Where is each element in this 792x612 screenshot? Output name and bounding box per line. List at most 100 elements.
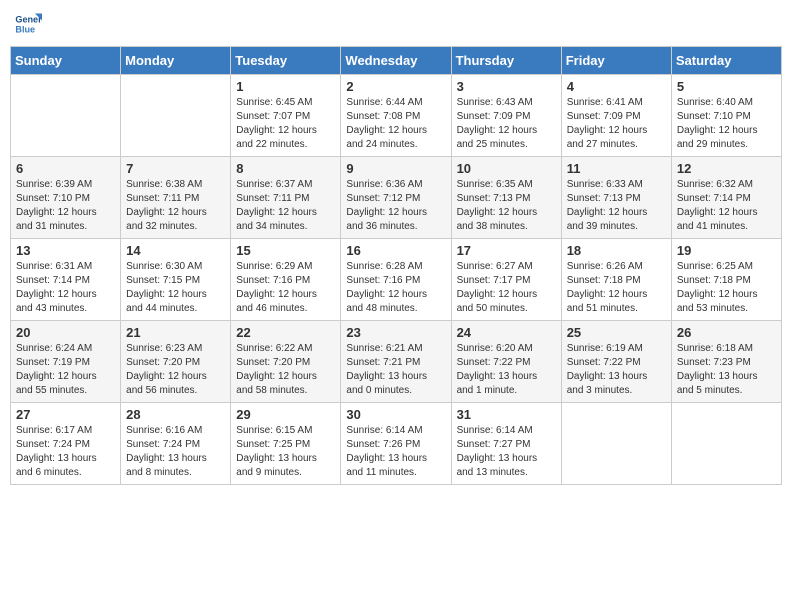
day-info: Sunrise: 6:29 AMSunset: 7:16 PMDaylight:… (236, 260, 335, 316)
calendar-cell: 7Sunrise: 6:38 AMSunset: 7:11 PMDaylight… (121, 157, 231, 239)
calendar-cell: 15 Sunrise: 6:29 AMSunset: 7:16 PMDayligh… (231, 239, 341, 321)
day-info: Sunrise: 6:40 AMSunset: 7:10 PMDaylight:… (677, 96, 776, 152)
day-info: Sunrise: 6:21 AMSunset: 7:21 PMDaylight:… (346, 342, 445, 398)
calendar-cell: 31 Sunrise: 6:14 AMSunset: 7:27 PMDayligh… (451, 403, 561, 485)
day-header-wednesday: Wednesday (341, 47, 451, 75)
day-number: 9 (346, 161, 445, 176)
day-info: Sunrise: 6:14 AMSunset: 7:27 PMDaylight:… (457, 424, 556, 480)
day-number: 24 (457, 325, 556, 340)
day-info: Sunrise: 6:36 AMSunset: 7:12 PMDaylight:… (346, 178, 445, 234)
calendar-cell: 23 Sunrise: 6:21 AMSunset: 7:21 PMDayligh… (341, 321, 451, 403)
day-info: Sunrise: 6:32 AMSunset: 7:14 PMDaylight:… (677, 178, 776, 234)
day-header-tuesday: Tuesday (231, 47, 341, 75)
day-number: 28 (126, 407, 225, 422)
day-number: 5 (677, 79, 776, 94)
day-number: 29 (236, 407, 335, 422)
page-header: General Blue (10, 10, 782, 38)
day-number: 6 (16, 161, 115, 176)
day-number: 1 (236, 79, 335, 94)
logo: General Blue (14, 10, 46, 38)
day-info: Sunrise: 6:14 AMSunset: 7:26 PMDaylight:… (346, 424, 445, 480)
calendar-cell (671, 403, 781, 485)
day-header-sunday: Sunday (11, 47, 121, 75)
calendar-cell: 22Sunrise: 6:22 AMSunset: 7:20 PMDayligh… (231, 321, 341, 403)
calendar-cell: 3 Sunrise: 6:43 AMSunset: 7:09 PMDaylight… (451, 75, 561, 157)
calendar-cell: 14Sunrise: 6:30 AMSunset: 7:15 PMDayligh… (121, 239, 231, 321)
calendar-cell: 11 Sunrise: 6:33 AMSunset: 7:13 PMDayligh… (561, 157, 671, 239)
calendar-cell: 10 Sunrise: 6:35 AMSunset: 7:13 PMDayligh… (451, 157, 561, 239)
day-number: 15 (236, 243, 335, 258)
calendar-cell: 8 Sunrise: 6:37 AMSunset: 7:11 PMDaylight… (231, 157, 341, 239)
calendar-cell: 24 Sunrise: 6:20 AMSunset: 7:22 PMDayligh… (451, 321, 561, 403)
svg-text:Blue: Blue (15, 24, 35, 34)
calendar-cell: 9 Sunrise: 6:36 AMSunset: 7:12 PMDaylight… (341, 157, 451, 239)
day-number: 23 (346, 325, 445, 340)
day-info: Sunrise: 6:15 AMSunset: 7:25 PMDaylight:… (236, 424, 335, 480)
calendar-cell: 12 Sunrise: 6:32 AMSunset: 7:14 PMDayligh… (671, 157, 781, 239)
calendar-cell: 29 Sunrise: 6:15 AMSunset: 7:25 PMDayligh… (231, 403, 341, 485)
day-number: 22 (236, 325, 335, 340)
calendar-cell: 16 Sunrise: 6:28 AMSunset: 7:16 PMDayligh… (341, 239, 451, 321)
calendar-cell: 4 Sunrise: 6:41 AMSunset: 7:09 PMDaylight… (561, 75, 671, 157)
day-number: 25 (567, 325, 666, 340)
day-info: Sunrise: 6:33 AMSunset: 7:13 PMDaylight:… (567, 178, 666, 234)
calendar-cell: 1 Sunrise: 6:45 AMSunset: 7:07 PMDaylight… (231, 75, 341, 157)
calendar-cell: 6 Sunrise: 6:39 AMSunset: 7:10 PMDaylight… (11, 157, 121, 239)
day-number: 17 (457, 243, 556, 258)
calendar-cell: 21 Sunrise: 6:23 AMSunset: 7:20 PMDayligh… (121, 321, 231, 403)
calendar-table: SundayMondayTuesdayWednesdayThursdayFrid… (10, 46, 782, 485)
day-info: Sunrise: 6:17 AMSunset: 7:24 PMDaylight:… (16, 424, 115, 480)
calendar-cell (561, 403, 671, 485)
day-info: Sunrise: 6:38 AMSunset: 7:11 PMDaylight:… (126, 178, 225, 234)
day-info: Sunrise: 6:20 AMSunset: 7:22 PMDaylight:… (457, 342, 556, 398)
calendar-cell: 17 Sunrise: 6:27 AMSunset: 7:17 PMDayligh… (451, 239, 561, 321)
day-info: Sunrise: 6:39 AMSunset: 7:10 PMDaylight:… (16, 178, 115, 234)
day-info: Sunrise: 6:24 AMSunset: 7:19 PMDaylight:… (16, 342, 115, 398)
day-info: Sunrise: 6:23 AMSunset: 7:20 PMDaylight:… (126, 342, 225, 398)
day-info: Sunrise: 6:26 AMSunset: 7:18 PMDaylight:… (567, 260, 666, 316)
calendar-cell: 27 Sunrise: 6:17 AMSunset: 7:24 PMDayligh… (11, 403, 121, 485)
day-number: 26 (677, 325, 776, 340)
calendar-cell: 18 Sunrise: 6:26 AMSunset: 7:18 PMDayligh… (561, 239, 671, 321)
day-number: 20 (16, 325, 115, 340)
day-header-saturday: Saturday (671, 47, 781, 75)
day-number: 19 (677, 243, 776, 258)
day-header-thursday: Thursday (451, 47, 561, 75)
day-info: Sunrise: 6:16 AMSunset: 7:24 PMDaylight:… (126, 424, 225, 480)
day-info: Sunrise: 6:35 AMSunset: 7:13 PMDaylight:… (457, 178, 556, 234)
day-info: Sunrise: 6:41 AMSunset: 7:09 PMDaylight:… (567, 96, 666, 152)
day-info: Sunrise: 6:18 AMSunset: 7:23 PMDaylight:… (677, 342, 776, 398)
day-info: Sunrise: 6:45 AMSunset: 7:07 PMDaylight:… (236, 96, 335, 152)
day-number: 3 (457, 79, 556, 94)
day-info: Sunrise: 6:28 AMSunset: 7:16 PMDaylight:… (346, 260, 445, 316)
day-number: 4 (567, 79, 666, 94)
day-number: 12 (677, 161, 776, 176)
day-info: Sunrise: 6:37 AMSunset: 7:11 PMDaylight:… (236, 178, 335, 234)
calendar-cell: 5 Sunrise: 6:40 AMSunset: 7:10 PMDaylight… (671, 75, 781, 157)
day-info: Sunrise: 6:25 AMSunset: 7:18 PMDaylight:… (677, 260, 776, 316)
calendar-cell: 30Sunrise: 6:14 AMSunset: 7:26 PMDayligh… (341, 403, 451, 485)
calendar-cell: 19 Sunrise: 6:25 AMSunset: 7:18 PMDayligh… (671, 239, 781, 321)
day-header-friday: Friday (561, 47, 671, 75)
calendar-cell: 20 Sunrise: 6:24 AMSunset: 7:19 PMDayligh… (11, 321, 121, 403)
day-number: 31 (457, 407, 556, 422)
logo-icon: General Blue (14, 10, 42, 38)
calendar-cell: 25Sunrise: 6:19 AMSunset: 7:22 PMDayligh… (561, 321, 671, 403)
calendar-cell: 26 Sunrise: 6:18 AMSunset: 7:23 PMDayligh… (671, 321, 781, 403)
day-number: 21 (126, 325, 225, 340)
calendar-cell: 28 Sunrise: 6:16 AMSunset: 7:24 PMDayligh… (121, 403, 231, 485)
calendar-cell: 13Sunrise: 6:31 AMSunset: 7:14 PMDayligh… (11, 239, 121, 321)
day-info: Sunrise: 6:27 AMSunset: 7:17 PMDaylight:… (457, 260, 556, 316)
day-number: 2 (346, 79, 445, 94)
day-number: 27 (16, 407, 115, 422)
day-number: 11 (567, 161, 666, 176)
day-number: 18 (567, 243, 666, 258)
day-number: 16 (346, 243, 445, 258)
day-number: 8 (236, 161, 335, 176)
day-header-monday: Monday (121, 47, 231, 75)
day-number: 13 (16, 243, 115, 258)
day-info: Sunrise: 6:30 AMSunset: 7:15 PMDaylight:… (126, 260, 225, 316)
calendar-cell (121, 75, 231, 157)
day-info: Sunrise: 6:43 AMSunset: 7:09 PMDaylight:… (457, 96, 556, 152)
day-number: 10 (457, 161, 556, 176)
